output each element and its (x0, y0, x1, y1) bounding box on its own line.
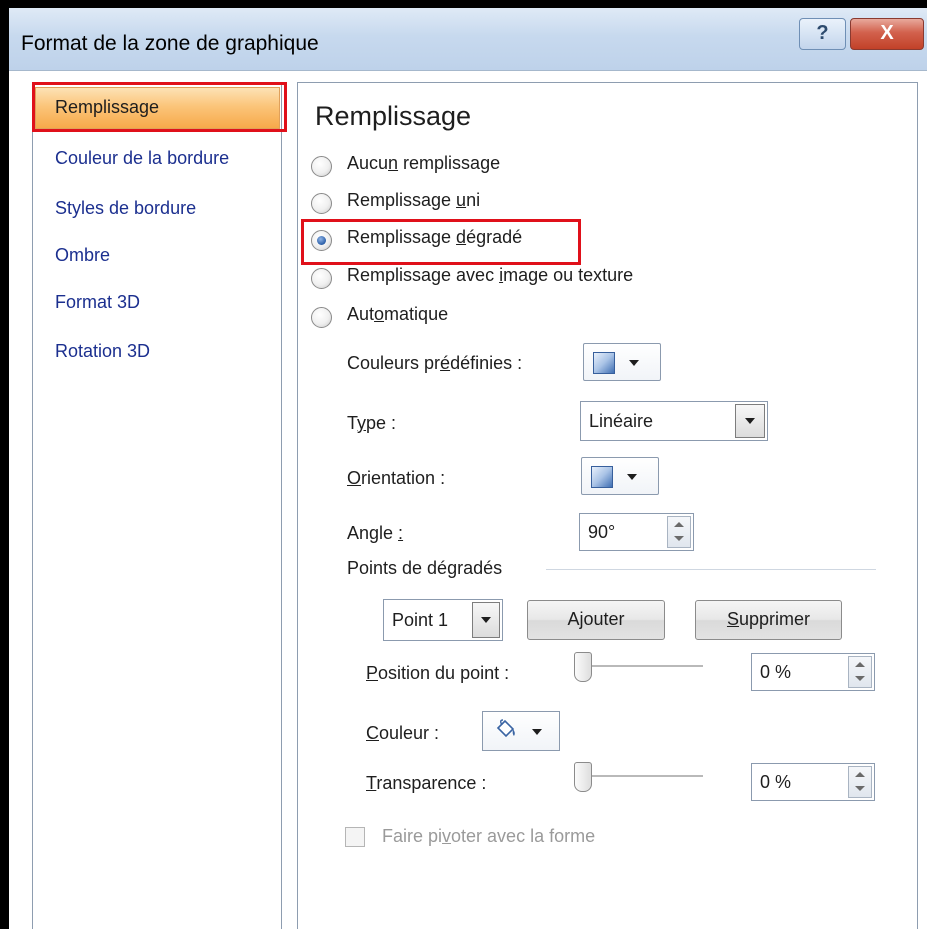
chevron-down-icon (745, 418, 755, 424)
spin-down-icon[interactable] (674, 536, 684, 541)
window-edge-top (0, 0, 927, 8)
fill-options-panel: Remplissage Aucun remplissage Remplissag… (297, 82, 918, 929)
sidebar-item-styles-bordure[interactable]: Styles de bordure (55, 198, 196, 219)
category-sidebar: Remplissage Couleur de la bordure Styles… (32, 82, 282, 929)
help-icon: ? (816, 22, 829, 44)
gradient-stops-group-label: Points de dégradés (347, 558, 503, 578)
spin-up-icon[interactable] (674, 522, 684, 527)
spin-buttons[interactable] (848, 766, 872, 798)
preset-colors-label: Couleurs prédéfinies : (347, 353, 523, 373)
paint-bucket-icon (496, 719, 515, 738)
dropdown-button[interactable] (472, 602, 500, 638)
help-button[interactable]: ? (799, 18, 846, 50)
title-separator (9, 70, 927, 71)
sidebar-item-ombre[interactable]: Ombre (55, 245, 110, 266)
radio-label: Aucun remplissage (347, 153, 501, 173)
spin-up-icon[interactable] (855, 772, 865, 777)
radio-button[interactable] (311, 193, 332, 214)
chevron-down-icon (532, 729, 542, 735)
gradient-stop-value: Point 1 (392, 610, 449, 630)
preset-colors-dropdown[interactable] (583, 343, 661, 381)
close-button[interactable]: X (850, 18, 924, 50)
angle-spinner[interactable]: 90° (579, 513, 694, 551)
window-edge-left (0, 0, 9, 929)
type-label: Type : (347, 413, 397, 433)
radio-label: Remplissage uni (347, 190, 481, 210)
rotate-with-shape-label: Faire pivoter avec la forme (382, 826, 596, 846)
stop-color-dropdown[interactable] (482, 711, 560, 751)
radio-button[interactable] (311, 307, 332, 328)
close-icon: X (880, 22, 894, 44)
transparency-spinner[interactable]: 0 % (751, 763, 875, 801)
sidebar-item-format-3d[interactable]: Format 3D (55, 292, 140, 313)
sidebar-item-couleur-bordure[interactable]: Couleur de la bordure (55, 148, 229, 169)
stop-color-label: Couleur : (366, 723, 440, 743)
angle-value: 90° (588, 522, 616, 542)
stop-position-slider-thumb[interactable] (574, 652, 592, 682)
chevron-down-icon (627, 474, 637, 480)
radio-button[interactable] (311, 268, 332, 289)
orientation-label: Orientation : (347, 468, 446, 488)
angle-label: Angle : (347, 523, 404, 543)
spin-down-icon[interactable] (855, 786, 865, 791)
gradient-stop-select[interactable]: Point 1 (383, 599, 503, 641)
title-bar[interactable]: Format de la zone de graphique ? X (9, 8, 927, 70)
add-stop-button[interactable]: Ajouter (527, 600, 665, 640)
stop-position-label: Position du point : (366, 663, 510, 683)
annotation-highlight-gradient-fill (301, 219, 581, 265)
orientation-dropdown[interactable] (581, 457, 659, 495)
stop-position-slider-track[interactable] (575, 665, 703, 668)
gradient-swatch-icon (593, 352, 615, 374)
transparency-slider-thumb[interactable] (574, 762, 592, 792)
radio-button[interactable] (311, 156, 332, 177)
type-select-value: Linéaire (589, 411, 654, 431)
spin-buttons[interactable] (848, 656, 872, 688)
section-heading: Remplissage (315, 101, 472, 131)
chevron-down-icon (629, 360, 639, 366)
rotate-with-shape-checkbox[interactable] (345, 827, 365, 847)
stop-position-value: 0 % (760, 662, 792, 682)
annotation-highlight-remplissage (32, 82, 287, 132)
radio-label: Automatique (347, 304, 449, 324)
window-title: Format de la zone de graphique (21, 32, 319, 55)
dropdown-button[interactable] (735, 404, 765, 438)
transparency-slider-track[interactable] (575, 775, 703, 778)
format-chart-area-dialog: Format de la zone de graphique ? X Rempl… (0, 0, 927, 929)
direction-swatch-icon (591, 466, 613, 488)
type-select[interactable]: Linéaire (580, 401, 768, 441)
chevron-down-icon (481, 617, 491, 623)
spin-up-icon[interactable] (855, 662, 865, 667)
stop-position-spinner[interactable]: 0 % (751, 653, 875, 691)
sidebar-item-rotation-3d[interactable]: Rotation 3D (55, 341, 150, 362)
group-divider (546, 569, 876, 570)
transparency-value: 0 % (760, 772, 792, 792)
radio-label: Remplissage avec image ou texture (347, 265, 634, 285)
transparency-label: Transparence : (366, 773, 487, 793)
remove-stop-button[interactable]: Supprimer (695, 600, 842, 640)
spin-down-icon[interactable] (855, 676, 865, 681)
spin-buttons[interactable] (667, 516, 691, 548)
